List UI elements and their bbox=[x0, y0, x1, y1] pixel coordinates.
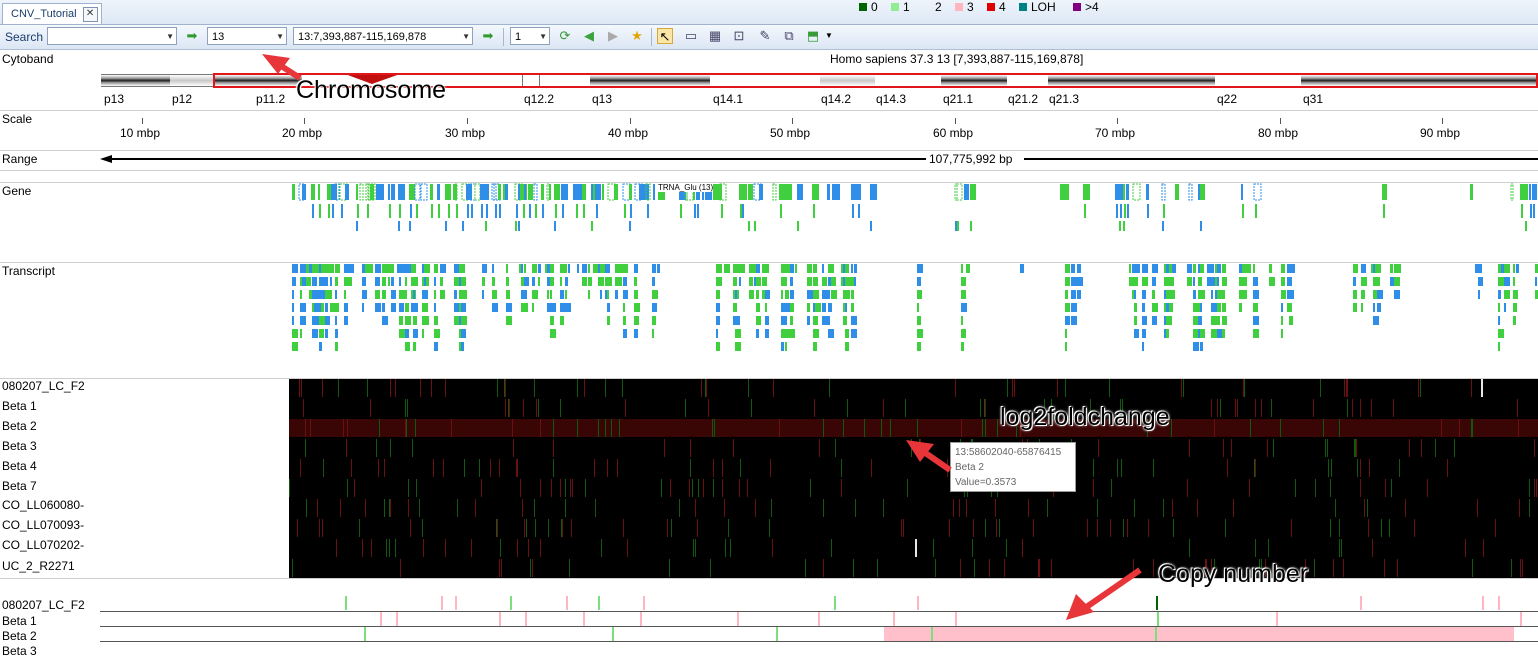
annotation-log2foldchange: log2foldchange bbox=[1000, 403, 1170, 431]
annotation-copy-number: Copy number bbox=[1158, 560, 1309, 588]
annotation-chromosome: Chromosome bbox=[296, 76, 447, 104]
annotation-arrows bbox=[262, 54, 1142, 620]
